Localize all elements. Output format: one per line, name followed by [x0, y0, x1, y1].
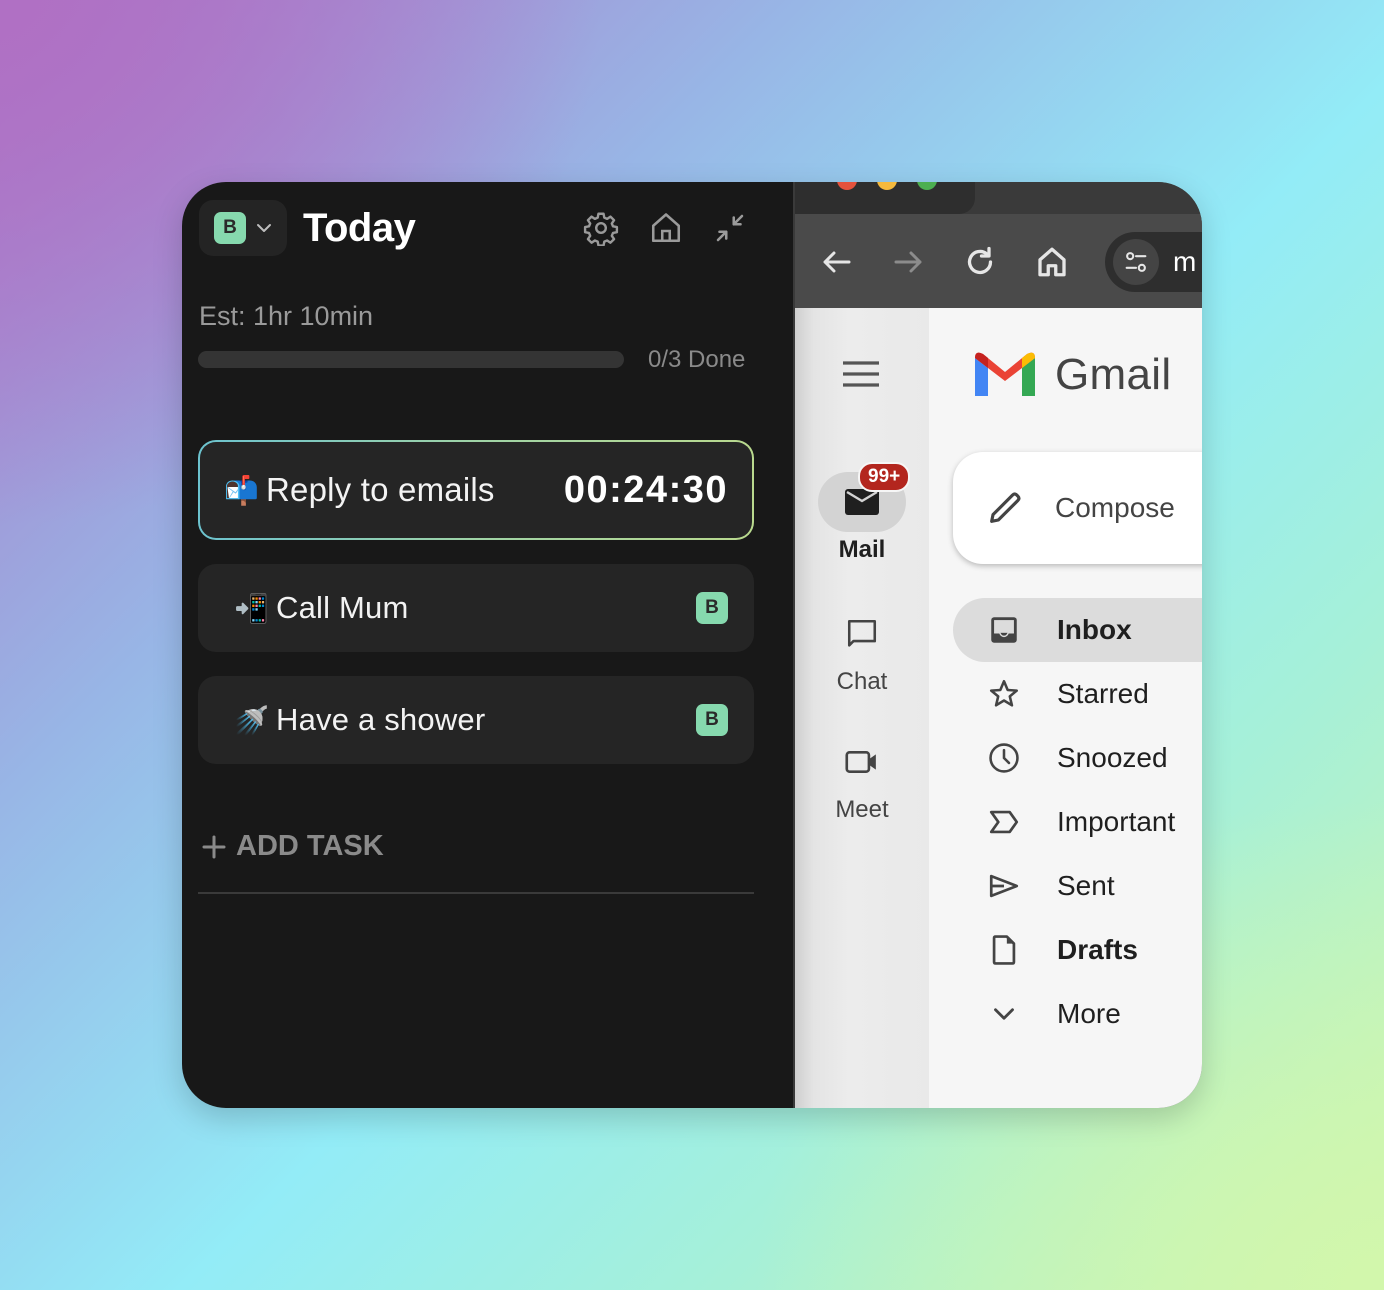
gmail-page: 99+ Mail Chat Meet Gmail Compose Inbox S… — [795, 308, 1202, 1108]
chevron-down-icon — [994, 1008, 1014, 1020]
back-icon[interactable] — [819, 244, 855, 280]
task-item-active[interactable]: 📬 Reply to emails 00:24:30 — [198, 440, 754, 540]
nav-label: Drafts — [1057, 934, 1138, 965]
task-timer: 00:24:30 — [563, 468, 728, 511]
draft-icon — [992, 935, 1016, 965]
nav-label: Important — [1057, 806, 1176, 837]
chevron-down-icon — [257, 224, 271, 232]
app-window: B Today Est: 1hr 10min 0/3 Done 📬 Reply … — [182, 182, 1202, 1108]
rail-label: Meet — [835, 796, 889, 823]
important-icon — [989, 810, 1019, 834]
chat-icon — [847, 619, 877, 647]
task-panel: B Today Est: 1hr 10min 0/3 Done 📬 Reply … — [182, 182, 795, 1108]
workspace-badge: B — [696, 704, 728, 736]
gmail-logo[interactable]: Gmail — [975, 350, 1171, 400]
unread-badge: 99+ — [858, 462, 911, 492]
task-label: Reply to emails — [266, 471, 495, 508]
rail-item-chat[interactable]: Chat — [795, 604, 929, 696]
gear-icon[interactable] — [583, 210, 619, 246]
nav-item-snoozed[interactable]: Snoozed — [953, 726, 1202, 790]
divider — [198, 892, 754, 894]
address-bar[interactable]: m — [1105, 232, 1202, 292]
nav-label: Sent — [1057, 870, 1115, 901]
workspace-switcher[interactable]: B — [199, 200, 287, 256]
rail-label: Mail — [838, 536, 886, 563]
rail-item-mail[interactable]: 99+ Mail — [795, 462, 929, 564]
plus-icon — [202, 835, 226, 858]
mailbox-icon: 📬 — [224, 473, 259, 507]
add-task-button[interactable]: ADD TASK — [202, 830, 384, 863]
home-icon[interactable] — [648, 210, 684, 246]
nav-label: More — [1057, 998, 1121, 1029]
task-label: Have a shower — [276, 702, 486, 737]
chat-pill — [818, 604, 906, 664]
task-label: Call Mum — [276, 590, 409, 625]
nav-label: Inbox — [1057, 614, 1132, 645]
browser-window: m 99+ Mail Chat Meet Gmail Compose Inbox… — [795, 182, 1202, 1108]
workspace-badge: B — [696, 592, 728, 624]
workspace-badge: B — [214, 212, 246, 244]
clock-icon — [989, 743, 1019, 773]
nav-item-more[interactable]: More — [953, 982, 1202, 1046]
task-item[interactable]: 📲 Call Mum B — [198, 564, 754, 652]
nav-item-drafts[interactable]: Drafts — [953, 918, 1202, 982]
nav-item-starred[interactable]: Starred — [953, 662, 1202, 726]
shower-icon: 🚿 — [234, 703, 269, 737]
nav-item-inbox[interactable]: Inbox — [953, 598, 1202, 662]
rail-item-meet[interactable]: Meet — [795, 732, 929, 824]
time-estimate: Est: 1hr 10min — [199, 301, 374, 331]
gmail-logo-text: Gmail — [1055, 350, 1172, 399]
menu-icon[interactable] — [842, 360, 880, 388]
done-count: 0/3 Done — [648, 346, 746, 373]
progress-bar — [198, 351, 624, 368]
compose-label: Compose — [1055, 492, 1175, 523]
gmail-m-icon — [975, 352, 1035, 396]
site-settings-icon[interactable] — [1113, 239, 1159, 285]
compose-button[interactable]: Compose — [953, 452, 1202, 564]
forward-icon[interactable] — [890, 244, 926, 280]
collapse-icon[interactable] — [712, 210, 748, 246]
mail-nav: Gmail Compose Inbox Starred Snoozed Impo… — [929, 308, 1202, 1108]
inbox-icon — [991, 617, 1017, 643]
star-icon — [989, 679, 1019, 707]
meet-pill — [818, 732, 906, 792]
phone-icon: 📲 — [234, 591, 269, 625]
nav-item-important[interactable]: Important — [953, 790, 1202, 854]
app-rail: 99+ Mail Chat Meet — [795, 308, 929, 1108]
tab-strip — [795, 182, 1202, 214]
nav-label: Starred — [1057, 678, 1149, 709]
reload-icon[interactable] — [962, 244, 998, 280]
task-item[interactable]: 🚿 Have a shower B — [198, 676, 754, 764]
mail-icon — [845, 489, 879, 515]
add-task-label: ADD TASK — [236, 830, 384, 862]
browser-toolbar: m — [795, 214, 1202, 308]
home-icon[interactable] — [1034, 244, 1070, 280]
video-icon — [845, 750, 876, 774]
rail-label: Chat — [836, 668, 888, 695]
url-text: m — [1173, 246, 1197, 277]
nav-item-sent[interactable]: Sent — [953, 854, 1202, 918]
mail-pill: 99+ — [818, 462, 911, 532]
page-title: Today — [303, 206, 416, 250]
nav-label: Snoozed — [1057, 742, 1168, 773]
pencil-icon — [990, 492, 1021, 523]
send-icon — [989, 874, 1019, 898]
